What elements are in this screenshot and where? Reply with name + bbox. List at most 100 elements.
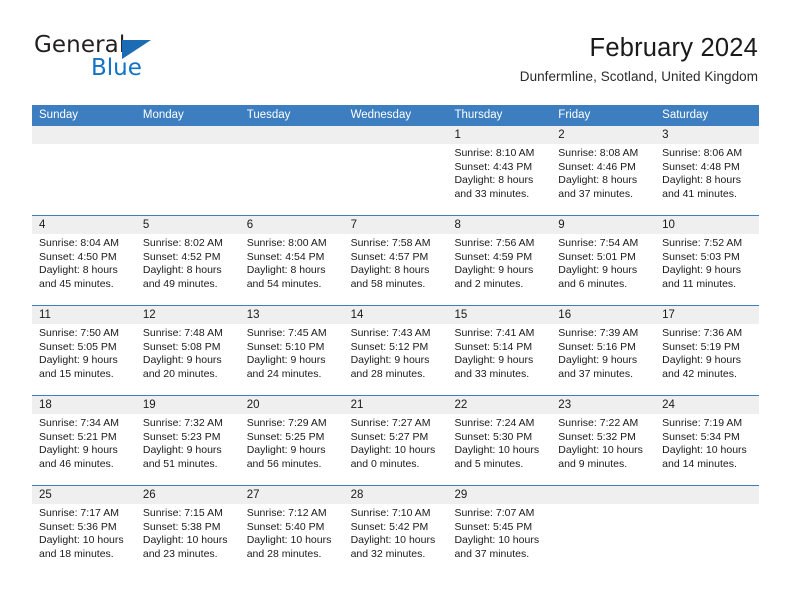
weekday-header-friday: Friday bbox=[558, 109, 591, 121]
day-cell[interactable]: 13 Sunrise: 7:45 AM Sunset: 5:10 PM Dayligh… bbox=[239, 306, 344, 395]
daylight-text: Daylight: 9 hours and 2 minutes. bbox=[454, 264, 534, 290]
sunrise-text: Sunrise: 7:41 AM bbox=[454, 327, 535, 339]
weekday-header-row: Sunday Monday Tuesday Wednesday Thursday… bbox=[32, 105, 759, 126]
sunset-text: Sunset: 5:23 PM bbox=[142, 430, 221, 443]
day-number: 8 bbox=[447, 216, 552, 234]
sunrise-text: Sunrise: 8:02 AM bbox=[142, 237, 223, 249]
sunrise-text: Sunrise: 7:48 AM bbox=[142, 327, 223, 339]
day-cell[interactable]: 21 Sunrise: 7:27 AM Sunset: 5:27 PM Dayligh… bbox=[343, 396, 448, 485]
day-cell[interactable]: 8 Sunrise: 7:56 AM Sunset: 4:59 PM Daylight… bbox=[447, 216, 552, 305]
sunrise-text: Sunrise: 7:58 AM bbox=[350, 237, 431, 249]
day-cell[interactable]: 24 Sunrise: 7:19 AM Sunset: 5:34 PM Dayligh… bbox=[655, 396, 760, 485]
sunset-text: Sunset: 5:10 PM bbox=[246, 340, 325, 353]
daylight-text: Daylight: 8 hours and 45 minutes. bbox=[39, 264, 118, 290]
day-cell[interactable]: 6 Sunrise: 8:00 AM Sunset: 4:54 PM Daylight… bbox=[239, 216, 344, 305]
sunrise-text: Sunrise: 7:34 AM bbox=[39, 417, 119, 429]
sunrise-text: Sunrise: 7:10 AM bbox=[350, 507, 431, 519]
day-info: Sunrise: 7:43 AM Sunset: 5:12 PM Daylight:… bbox=[344, 324, 448, 381]
sunrise-text: Sunrise: 7:22 AM bbox=[558, 417, 639, 429]
day-info: Sunrise: 7:54 AM Sunset: 5:01 PM Daylight:… bbox=[551, 234, 655, 291]
week-row: 4 Sunrise: 8:04 AM Sunset: 4:50 PM Daylight… bbox=[32, 215, 760, 305]
daylight-text: Daylight: 8 hours and 37 minutes. bbox=[558, 174, 638, 200]
sunrise-text: Sunrise: 7:17 AM bbox=[39, 507, 119, 519]
week-row: 18 Sunrise: 7:34 AM Sunset: 5:21 PM Dayligh… bbox=[32, 395, 760, 485]
day-cell[interactable]: 20 Sunrise: 7:29 AM Sunset: 5:25 PM Dayligh… bbox=[239, 396, 344, 485]
daylight-text: Daylight: 9 hours and 24 minutes. bbox=[246, 354, 326, 380]
day-cell[interactable]: 5 Sunrise: 8:02 AM Sunset: 4:52 PM Daylight… bbox=[135, 216, 240, 305]
day-number: 23 bbox=[551, 396, 656, 414]
daylight-text: Daylight: 10 hours and 5 minutes. bbox=[454, 444, 540, 470]
day-number: 25 bbox=[32, 486, 136, 504]
page-header: General Blue February 2024 Dunfermline, … bbox=[34, 32, 758, 94]
day-cell[interactable]: 29 Sunrise: 7:07 AM Sunset: 5:45 PM Dayligh… bbox=[447, 486, 552, 575]
day-number: 18 bbox=[32, 396, 136, 414]
day-cell[interactable]: 4 Sunrise: 8:04 AM Sunset: 4:50 PM Daylight… bbox=[32, 216, 136, 305]
day-cell[interactable]: 12 Sunrise: 7:48 AM Sunset: 5:08 PM Dayligh… bbox=[135, 306, 240, 395]
day-cell[interactable]: 3 Sunrise: 8:06 AM Sunset: 4:48 PM Daylight… bbox=[655, 126, 760, 215]
sunset-text: Sunset: 5:01 PM bbox=[558, 250, 636, 263]
day-cell[interactable]: 10 Sunrise: 7:52 AM Sunset: 5:03 PM Dayligh… bbox=[655, 216, 760, 305]
sunset-text: Sunset: 4:50 PM bbox=[39, 250, 117, 263]
day-cell[interactable]: 17 Sunrise: 7:36 AM Sunset: 5:19 PM Dayligh… bbox=[655, 306, 760, 395]
day-number bbox=[551, 486, 656, 504]
weekday-header-thursday: Thursday bbox=[454, 109, 503, 121]
daylight-text: Daylight: 9 hours and 15 minutes. bbox=[39, 354, 118, 380]
daylight-text: Daylight: 9 hours and 51 minutes. bbox=[142, 444, 222, 470]
day-cell[interactable]: 25 Sunrise: 7:17 AM Sunset: 5:36 PM Dayligh… bbox=[32, 486, 136, 575]
daylight-text: Daylight: 10 hours and 23 minutes. bbox=[142, 534, 228, 560]
day-info: Sunrise: 7:12 AM Sunset: 5:40 PM Daylight:… bbox=[240, 504, 344, 561]
day-cell[interactable]: 27 Sunrise: 7:12 AM Sunset: 5:40 PM Dayligh… bbox=[239, 486, 344, 575]
day-info: Sunrise: 7:52 AM Sunset: 5:03 PM Daylight:… bbox=[655, 234, 759, 291]
day-info: Sunrise: 7:58 AM Sunset: 4:57 PM Daylight:… bbox=[344, 234, 448, 291]
day-cell[interactable]: 11 Sunrise: 7:50 AM Sunset: 5:05 PM Dayligh… bbox=[32, 306, 136, 395]
day-cell[interactable] bbox=[551, 486, 656, 575]
day-info: Sunrise: 7:17 AM Sunset: 5:36 PM Daylight:… bbox=[32, 504, 136, 561]
day-cell[interactable]: 28 Sunrise: 7:10 AM Sunset: 5:42 PM Dayligh… bbox=[343, 486, 448, 575]
day-cell[interactable]: 9 Sunrise: 7:54 AM Sunset: 5:01 PM Daylight… bbox=[551, 216, 656, 305]
sunset-text: Sunset: 5:32 PM bbox=[558, 430, 636, 443]
day-number: 5 bbox=[135, 216, 240, 234]
day-cell[interactable]: 18 Sunrise: 7:34 AM Sunset: 5:21 PM Dayligh… bbox=[32, 396, 136, 485]
sunrise-text: Sunrise: 7:39 AM bbox=[558, 327, 639, 339]
daylight-text: Daylight: 9 hours and 56 minutes. bbox=[246, 444, 326, 470]
weekday-header-saturday: Saturday bbox=[662, 109, 709, 121]
day-cell[interactable]: 22 Sunrise: 7:24 AM Sunset: 5:30 PM Dayligh… bbox=[447, 396, 552, 485]
day-cell[interactable] bbox=[135, 126, 240, 215]
day-cell[interactable]: 23 Sunrise: 7:22 AM Sunset: 5:32 PM Dayligh… bbox=[551, 396, 656, 485]
sunrise-text: Sunrise: 7:27 AM bbox=[350, 417, 431, 429]
sunset-text: Sunset: 5:45 PM bbox=[454, 520, 533, 533]
day-info: Sunrise: 7:34 AM Sunset: 5:21 PM Daylight:… bbox=[32, 414, 136, 471]
day-cell[interactable]: 14 Sunrise: 7:43 AM Sunset: 5:12 PM Dayligh… bbox=[343, 306, 448, 395]
daylight-text: Daylight: 10 hours and 32 minutes. bbox=[350, 534, 436, 560]
daylight-text: Daylight: 10 hours and 0 minutes. bbox=[350, 444, 436, 470]
day-cell[interactable]: 26 Sunrise: 7:15 AM Sunset: 5:38 PM Dayligh… bbox=[135, 486, 240, 575]
day-cell[interactable]: 15 Sunrise: 7:41 AM Sunset: 5:14 PM Dayligh… bbox=[447, 306, 552, 395]
daylight-text: Daylight: 8 hours and 41 minutes. bbox=[662, 174, 741, 200]
day-cell[interactable] bbox=[655, 486, 760, 575]
sunrise-text: Sunrise: 7:36 AM bbox=[662, 327, 743, 339]
day-cell[interactable]: 7 Sunrise: 7:58 AM Sunset: 4:57 PM Daylight… bbox=[343, 216, 448, 305]
sunset-text: Sunset: 4:57 PM bbox=[350, 250, 429, 263]
day-info bbox=[655, 504, 759, 507]
day-number: 29 bbox=[447, 486, 552, 504]
sunset-text: Sunset: 5:14 PM bbox=[454, 340, 533, 353]
day-cell[interactable] bbox=[32, 126, 136, 215]
day-number bbox=[32, 126, 136, 144]
brand-logo[interactable]: General Blue bbox=[34, 32, 274, 88]
daylight-text: Daylight: 9 hours and 46 minutes. bbox=[39, 444, 118, 470]
day-cell[interactable]: 19 Sunrise: 7:32 AM Sunset: 5:23 PM Dayligh… bbox=[135, 396, 240, 485]
daylight-text: Daylight: 8 hours and 33 minutes. bbox=[454, 174, 534, 200]
day-info: Sunrise: 7:27 AM Sunset: 5:27 PM Daylight:… bbox=[344, 414, 448, 471]
day-cell[interactable] bbox=[239, 126, 344, 215]
sunrise-text: Sunrise: 7:45 AM bbox=[246, 327, 327, 339]
day-cell[interactable]: 16 Sunrise: 7:39 AM Sunset: 5:16 PM Dayligh… bbox=[551, 306, 656, 395]
day-cell[interactable] bbox=[343, 126, 448, 215]
sunset-text: Sunset: 5:30 PM bbox=[454, 430, 533, 443]
day-cell[interactable]: 2 Sunrise: 8:08 AM Sunset: 4:46 PM Daylight… bbox=[551, 126, 656, 215]
day-info: Sunrise: 7:36 AM Sunset: 5:19 PM Daylight:… bbox=[655, 324, 759, 381]
day-info: Sunrise: 7:10 AM Sunset: 5:42 PM Daylight:… bbox=[344, 504, 448, 561]
sunset-text: Sunset: 5:40 PM bbox=[246, 520, 325, 533]
daylight-text: Daylight: 8 hours and 49 minutes. bbox=[142, 264, 222, 290]
day-cell[interactable]: 1 Sunrise: 8:10 AM Sunset: 4:43 PM Daylight… bbox=[447, 126, 552, 215]
daylight-text: Daylight: 9 hours and 28 minutes. bbox=[350, 354, 430, 380]
